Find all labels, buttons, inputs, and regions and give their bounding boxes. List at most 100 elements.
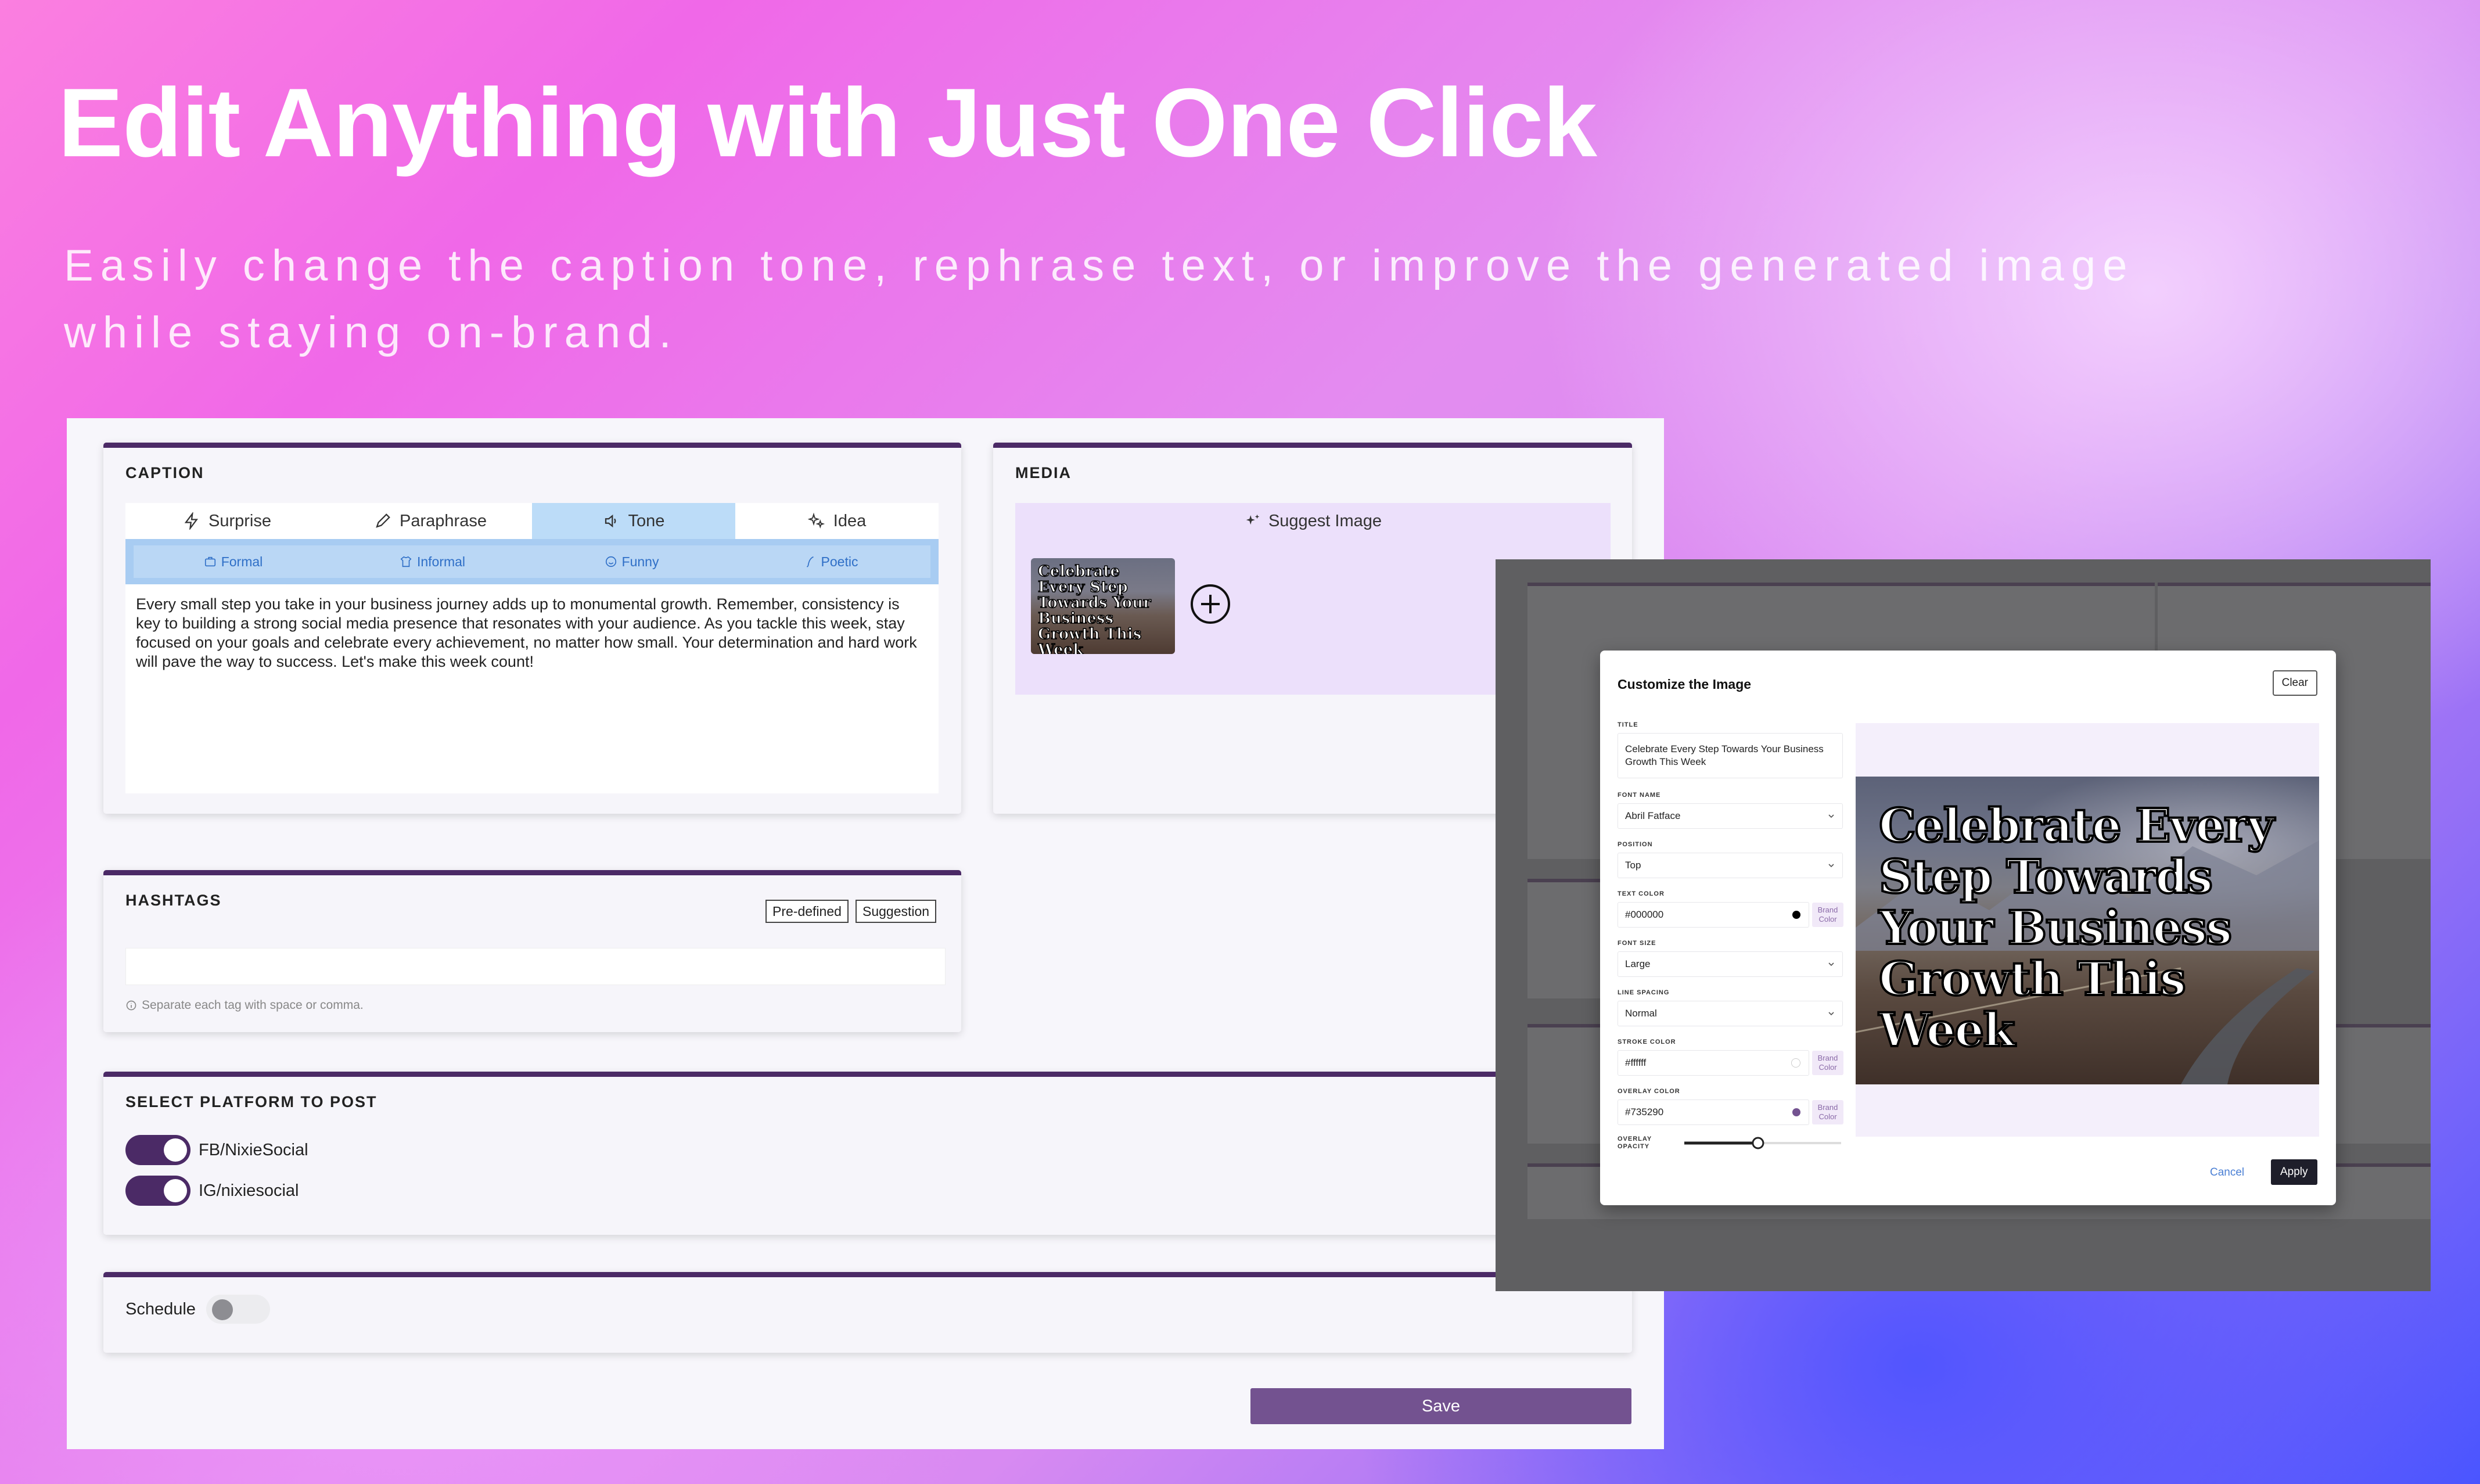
hashtag-hint-text: Separate each tag with space or comma. (142, 998, 364, 1012)
tone-poetic[interactable]: Poetic (731, 545, 930, 578)
caption-textarea[interactable]: Every small step you take in your busine… (125, 584, 939, 793)
position-label: POSITION (1618, 841, 1653, 848)
customize-image-modal: Customize the Image Clear TITLE Celebrat… (1600, 651, 2336, 1205)
media-thumbnail[interactable]: Celebrate Every Step Towards Your Busine… (1031, 558, 1175, 654)
tone-label: Informal (416, 554, 466, 569)
text-color-brand-button[interactable]: Brand Color (1812, 903, 1843, 927)
overlay-opacity-slider[interactable] (1684, 1136, 1841, 1150)
thumbnail-text: Celebrate Every Step Towards Your Busine… (1037, 563, 1151, 654)
tone-informal[interactable]: Informal (333, 545, 532, 578)
tone-options: Formal Informal Funny Poetic (125, 539, 939, 584)
suggestion-button[interactable]: Suggestion (856, 900, 937, 923)
chevron-down-icon (1828, 864, 1834, 868)
platform-ig-toggle[interactable] (125, 1176, 191, 1206)
tab-label: Idea (833, 511, 867, 530)
info-icon (126, 1000, 136, 1011)
hashtags-card: HASHTAGS Pre-defined Suggestion Separate… (103, 870, 961, 1032)
overlay-color-swatch (1792, 1108, 1800, 1116)
tone-label: Funny (621, 554, 659, 569)
platform-card: SELECT PLATFORM TO POST FB/NixieSocial I… (103, 1072, 1632, 1235)
position-value: Top (1625, 860, 1641, 871)
preview-area: Celebrate Every Step Towards Your Busine… (1856, 723, 2319, 1137)
schedule-toggle[interactable] (206, 1295, 270, 1324)
platform-fb-toggle[interactable] (125, 1135, 191, 1165)
hero-subtitle: Easily change the caption tone, rephrase… (64, 241, 2134, 357)
text-color-value: #000000 (1625, 909, 1664, 920)
text-color-input[interactable]: #000000 (1618, 902, 1809, 928)
font-size-value: Large (1625, 958, 1651, 969)
line-spacing-select[interactable]: Normal (1618, 1001, 1843, 1026)
font-size-label: FONT SIZE (1618, 940, 1656, 947)
caption-tabs: Surprise Paraphrase Tone Idea (125, 503, 939, 539)
tone-label: Formal (221, 554, 263, 569)
hashtag-input[interactable] (125, 948, 946, 985)
stroke-color-input[interactable]: #ffffff (1618, 1050, 1809, 1076)
tone-label: Poetic (821, 554, 858, 569)
caption-card: CAPTION Surprise Paraphrase Tone Idea Fo… (103, 443, 961, 814)
overlay-color-input[interactable]: #735290 (1618, 1099, 1809, 1125)
shirt-icon (400, 556, 412, 567)
preview-image: Celebrate Every Step Towards Your Busine… (1856, 777, 2319, 1084)
tone-formal[interactable]: Formal (134, 545, 333, 578)
platform-fb-label: FB/NixieSocial (199, 1140, 308, 1159)
sparkle-icon (1246, 514, 1260, 525)
pencil-icon (376, 513, 390, 528)
font-name-value: Abril Fatface (1625, 810, 1681, 821)
tab-tone[interactable]: Tone (532, 503, 735, 539)
add-media-icon[interactable] (1189, 583, 1231, 625)
media-title: MEDIA (1015, 464, 1072, 482)
hashtag-hint: Separate each tag with space or comma. (125, 998, 364, 1012)
chevron-down-icon (1828, 814, 1834, 818)
line-spacing-value: Normal (1625, 1008, 1657, 1019)
overlay-color-label: OVERLAY COLOR (1618, 1088, 1680, 1095)
cancel-button[interactable]: Cancel (2210, 1166, 2244, 1179)
suggest-image-button[interactable]: Suggest Image (1015, 503, 1611, 539)
tone-funny[interactable]: Funny (532, 545, 731, 578)
position-select[interactable]: Top (1618, 853, 1843, 878)
caption-title: CAPTION (125, 464, 204, 482)
tone-options-inner: Formal Informal Funny Poetic (134, 545, 930, 578)
schedule-row: Schedule (125, 1295, 270, 1324)
app-window: CAPTION Surprise Paraphrase Tone Idea Fo… (67, 418, 1664, 1449)
predefined-button[interactable]: Pre-defined (765, 900, 849, 923)
save-button[interactable]: Save (1250, 1388, 1631, 1424)
stroke-color-brand-button[interactable]: Brand Color (1812, 1051, 1843, 1075)
tab-paraphrase[interactable]: Paraphrase (329, 503, 532, 539)
platform-title: SELECT PLATFORM TO POST (125, 1093, 378, 1111)
sparkle-icon (807, 512, 825, 529)
tab-label: Surprise (209, 511, 271, 530)
line-spacing-label: LINE SPACING (1618, 989, 1670, 996)
suggest-image-label: Suggest Image (1268, 511, 1382, 530)
hero-title: Edit Anything with Just One Click (58, 68, 1597, 177)
tab-label: Tone (628, 511, 665, 530)
font-name-label: FONT NAME (1618, 792, 1661, 799)
stroke-color-value: #ffffff (1625, 1057, 1647, 1068)
quill-icon (806, 556, 814, 567)
schedule-label: Schedule (125, 1299, 196, 1318)
font-size-select[interactable]: Large (1618, 951, 1843, 977)
preview-title-text: Celebrate Every Step Towards Your Busine… (1878, 798, 2275, 1057)
overlay-opacity-knob[interactable] (1752, 1137, 1764, 1149)
platform-fb: FB/NixieSocial (125, 1135, 308, 1165)
tab-idea[interactable]: Idea (735, 503, 939, 539)
overlay-color-brand-button[interactable]: Brand Color (1812, 1100, 1843, 1124)
chevron-down-icon (1828, 962, 1834, 966)
lightning-icon (184, 512, 198, 530)
tab-surprise[interactable]: Surprise (125, 503, 329, 539)
title-label: TITLE (1618, 721, 1638, 728)
text-color-swatch (1792, 911, 1800, 919)
speaker-icon (605, 514, 616, 528)
title-input[interactable]: Celebrate Every Step Towards Your Busine… (1618, 733, 1843, 778)
apply-button[interactable]: Apply (2271, 1159, 2317, 1185)
stroke-color-label: STROKE COLOR (1618, 1039, 1676, 1045)
platform-ig: IG/nixiesocial (125, 1176, 299, 1206)
text-color-label: TEXT COLOR (1618, 890, 1665, 897)
overlay-opacity-label: OVERLAY OPACITY (1618, 1136, 1652, 1150)
platform-ig-label: IG/nixiesocial (199, 1181, 299, 1200)
overlay-color-value: #735290 (1625, 1106, 1664, 1118)
smile-icon (605, 556, 616, 567)
clear-button[interactable]: Clear (2272, 670, 2317, 696)
schedule-card: Schedule (103, 1272, 1632, 1353)
font-name-select[interactable]: Abril Fatface (1618, 803, 1843, 829)
tab-label: Paraphrase (400, 511, 487, 530)
